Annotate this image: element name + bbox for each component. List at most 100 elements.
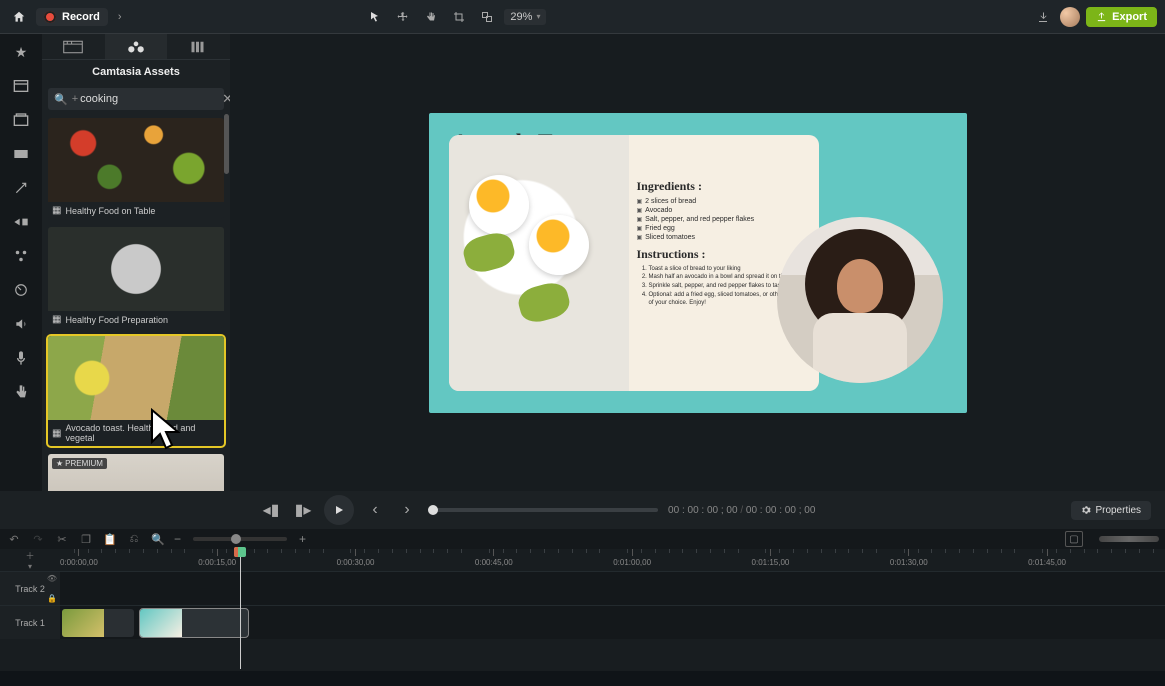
- gear-icon: [1081, 505, 1091, 515]
- media-bin-icon[interactable]: [9, 74, 33, 98]
- playback-time: 00 : 00 : 00 ; 00 / 00 : 00 : 00 ; 00: [668, 505, 815, 516]
- timeline-zoom-slider[interactable]: [193, 537, 287, 541]
- track-row: Track 1: [0, 605, 1165, 639]
- asset-thumbnail: ★ PREMIUM: [48, 454, 224, 491]
- zoom-slider-knob[interactable]: [231, 534, 241, 544]
- add-track-icon[interactable]: ＋: [25, 549, 34, 562]
- cut-icon[interactable]: ✂: [54, 531, 70, 547]
- timeline-tracks: Track 2 👁 🔒 Track 1: [0, 571, 1165, 639]
- record-label: Record: [62, 11, 100, 23]
- zoom-value: 29%: [510, 11, 532, 23]
- panel-title: Camtasia Assets: [42, 60, 230, 84]
- cursor-effects-icon[interactable]: [9, 278, 33, 302]
- record-button[interactable]: Record: [36, 8, 108, 26]
- track-label: Track 2: [15, 584, 45, 594]
- timeline-clip-selected[interactable]: [140, 609, 248, 637]
- asset-search[interactable]: 🔍 + ✕: [48, 88, 224, 110]
- tab-library[interactable]: [167, 34, 230, 59]
- favorites-icon[interactable]: ★: [9, 40, 33, 64]
- library-icon[interactable]: [9, 108, 33, 132]
- asset-card-selected[interactable]: ▦ Avocado toast. Healthy food and vegetal: [48, 336, 224, 446]
- select-tool-icon[interactable]: [364, 6, 386, 28]
- canvas[interactable]: Avocado Toast Ingredients : 2 slices of …: [429, 113, 967, 413]
- collapse-tracks-icon[interactable]: ▾: [28, 562, 32, 571]
- redo-icon[interactable]: ↷: [30, 531, 46, 547]
- ingredients-heading: Ingredients :: [637, 179, 811, 194]
- timeline-ruler[interactable]: ＋ ▾ 0:00:00,000:00:15,000:00:30,000:00:4…: [0, 549, 1165, 571]
- ruler-tick: 0:01:30,00: [890, 549, 928, 571]
- prev-frame-button[interactable]: ◂▮: [260, 499, 282, 521]
- ruler-tick: 0:01:15,00: [752, 549, 790, 571]
- asset-caption: Avocado toast. Healthy food and vegetal: [65, 423, 220, 443]
- canvas-area[interactable]: Avocado Toast Ingredients : 2 slices of …: [230, 34, 1165, 491]
- audio-effects-icon[interactable]: [9, 312, 33, 336]
- recipe-card: Ingredients : 2 slices of bread Avocado …: [449, 135, 819, 391]
- track-header[interactable]: Track 1: [0, 606, 60, 639]
- tab-media[interactable]: [42, 34, 105, 59]
- interactivity-icon[interactable]: [9, 380, 33, 404]
- search-input[interactable]: [80, 93, 222, 105]
- top-toolbar: Record › 29% ▾ Export: [0, 0, 1165, 34]
- scrubber[interactable]: [428, 508, 658, 512]
- video-icon: ▦: [52, 428, 61, 439]
- asset-panel: Camtasia Assets 🔍 + ✕ ▦Healthy Food on T…: [42, 34, 230, 491]
- behaviors-icon[interactable]: [9, 244, 33, 268]
- home-icon[interactable]: [8, 6, 30, 28]
- video-icon: ▦: [52, 314, 61, 325]
- panel-resize-handle[interactable]: [1099, 536, 1159, 542]
- canvas-zoom[interactable]: 29% ▾: [504, 9, 546, 25]
- annotations-icon[interactable]: [9, 142, 33, 166]
- track-lock-icon[interactable]: 🔒: [47, 594, 57, 603]
- zoom-plus[interactable]: +: [299, 532, 306, 546]
- prev-marker-button[interactable]: ‹: [364, 499, 386, 521]
- hand-tool-icon[interactable]: [420, 6, 442, 28]
- play-button[interactable]: [324, 495, 354, 525]
- timeline-clip[interactable]: [62, 609, 134, 637]
- scale-tool-icon[interactable]: [476, 6, 498, 28]
- ruler-tick: 0:00:45,00: [475, 549, 513, 571]
- export-button[interactable]: Export: [1086, 7, 1157, 27]
- search-icon: 🔍: [54, 93, 68, 106]
- tab-assets[interactable]: [105, 34, 168, 59]
- move-tool-icon[interactable]: [392, 6, 414, 28]
- download-icon[interactable]: [1032, 6, 1054, 28]
- track-header[interactable]: Track 2 👁 🔒: [0, 572, 60, 605]
- asset-card[interactable]: ▦ Healthy Food Preparation: [48, 227, 224, 328]
- asset-card[interactable]: ★ PREMIUM: [48, 454, 224, 491]
- recipe-image: [449, 135, 629, 391]
- voice-icon[interactable]: [9, 346, 33, 370]
- ruler-controls: ＋ ▾: [0, 549, 60, 571]
- export-label: Export: [1112, 11, 1147, 23]
- user-avatar[interactable]: [1060, 7, 1080, 27]
- next-marker-button[interactable]: ›: [396, 499, 418, 521]
- panel-tabs: [42, 34, 230, 60]
- copy-icon[interactable]: ❐: [78, 531, 94, 547]
- playhead[interactable]: [240, 549, 241, 669]
- marker-toggle[interactable]: ▢: [1065, 531, 1083, 547]
- next-frame-button[interactable]: ▮▸: [292, 499, 314, 521]
- instructions-heading: Instructions :: [637, 247, 811, 262]
- track-row: Track 2 👁 🔒: [0, 571, 1165, 605]
- asset-scrollbar[interactable]: [224, 114, 229, 174]
- properties-button[interactable]: Properties: [1071, 501, 1151, 520]
- paste-icon[interactable]: 📋: [102, 531, 118, 547]
- track-body[interactable]: [60, 606, 1165, 639]
- zoom-dropdown-icon: ▾: [536, 12, 540, 21]
- track-menu-icon[interactable]: 👁: [47, 574, 57, 583]
- ruler-tick: 0:00:15,00: [198, 549, 236, 571]
- track-body[interactable]: [60, 572, 1165, 605]
- zoom-out-timeline-icon[interactable]: 🔍: [150, 531, 166, 547]
- split-icon[interactable]: ⎌: [126, 531, 142, 547]
- scrubber-handle[interactable]: [428, 505, 438, 515]
- ruler-tick: 0:00:00,00: [60, 549, 98, 571]
- undo-icon[interactable]: ↶: [6, 531, 22, 547]
- playhead-cap-icon[interactable]: [234, 547, 246, 557]
- effects-icon[interactable]: [9, 176, 33, 200]
- asset-card[interactable]: ▦Healthy Food on Table: [48, 118, 224, 219]
- crop-tool-icon[interactable]: [448, 6, 470, 28]
- zoom-minus[interactable]: −: [174, 532, 181, 546]
- transitions-icon[interactable]: [9, 210, 33, 234]
- premium-badge: ★ PREMIUM: [52, 458, 107, 469]
- expand-chevron-icon[interactable]: ›: [118, 11, 122, 23]
- asset-caption: Healthy Food Preparation: [65, 315, 168, 325]
